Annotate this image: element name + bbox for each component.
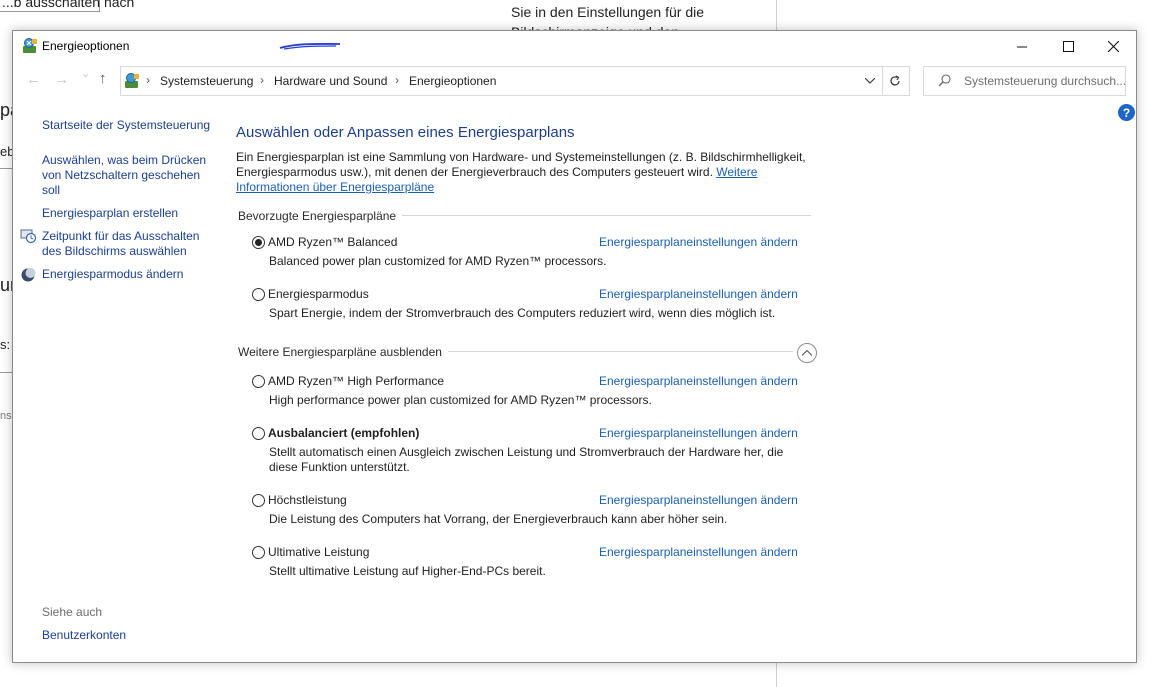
pen-scribble bbox=[279, 43, 341, 50]
plan-settings-link-ultimative-leistung[interactable]: Energiesparplaneinstellungen ändern bbox=[599, 545, 798, 559]
breadcrumb-systemsteuerung[interactable]: Systemsteuerung bbox=[160, 74, 253, 88]
breadcrumb-separator: › bbox=[146, 73, 150, 87]
plan-name-energiesparmodus[interactable]: Energiesparmodus bbox=[268, 287, 369, 301]
plan-desc-energiesparmodus: Spart Energie, indem der Stromverbrauch … bbox=[269, 306, 776, 320]
window-title: Energieoptionen bbox=[42, 39, 130, 53]
breadcrumb-separator[interactable]: › bbox=[395, 73, 399, 87]
minimize-icon bbox=[1016, 46, 1027, 47]
background-divider-2 bbox=[0, 372, 12, 373]
sidebar-item-sleep-mode[interactable]: Energiesparmodus ändern bbox=[42, 267, 183, 282]
back-button[interactable]: ← bbox=[26, 71, 41, 88]
search-placeholder: Systemsteuerung durchsuch... bbox=[964, 74, 1127, 88]
plan-radio-hoechstleistung[interactable] bbox=[252, 494, 265, 507]
hide-more-plans-title[interactable]: Weitere Energiesparpläne ausblenden bbox=[238, 345, 448, 359]
plan-name-ausbalanciert[interactable]: Ausbalanciert (empfohlen) bbox=[268, 426, 419, 440]
close-button[interactable] bbox=[1090, 31, 1136, 61]
sidebar-item-user-accounts[interactable]: Benutzerkonten bbox=[42, 628, 126, 643]
sidebar-item-power-buttons[interactable]: Auswählen, was beim Drücken von Netzscha… bbox=[42, 153, 212, 198]
control-panel-small-icon bbox=[125, 73, 139, 88]
background-text-2: Sie in den Einstellungen für die bbox=[511, 4, 705, 20]
search-box[interactable]: Systemsteuerung durchsuch... bbox=[923, 66, 1126, 96]
plan-name-hoechstleistung[interactable]: Höchstleistung bbox=[268, 493, 347, 507]
plan-desc-amd-high-performance: High performance power plan customized f… bbox=[269, 393, 652, 407]
refresh-icon bbox=[890, 75, 900, 86]
close-icon bbox=[1107, 40, 1119, 52]
address-bar[interactable]: › Systemsteuerung › Hardware und Sound ›… bbox=[120, 66, 883, 96]
energieoptionen-window: Energieoptionen ← → ⌄ ↑ › Systemsteuerun… bbox=[12, 30, 1137, 663]
background-text-8: ns bbox=[0, 410, 12, 422]
plan-settings-link-amd-balanced[interactable]: Energiesparplaneinstellungen ändern bbox=[599, 235, 798, 249]
plan-settings-link-amd-high-performance[interactable]: Energiesparplaneinstellungen ändern bbox=[599, 374, 798, 388]
chevron-down-icon bbox=[865, 78, 875, 84]
plan-settings-link-hoechstleistung[interactable]: Energiesparplaneinstellungen ändern bbox=[599, 493, 798, 507]
background-text-1: ...b ausschalten nach bbox=[2, 0, 135, 10]
control-panel-icon bbox=[23, 38, 37, 53]
background-divider bbox=[0, 168, 12, 169]
chevron-up-icon bbox=[802, 350, 812, 356]
help-icon[interactable]: ? bbox=[1118, 104, 1135, 121]
plan-desc-hoechstleistung: Die Leistung des Computers hat Vorrang, … bbox=[269, 512, 728, 526]
plan-radio-ultimative-leistung[interactable] bbox=[252, 546, 265, 559]
plan-name-amd-high-performance[interactable]: AMD Ryzen™ High Performance bbox=[268, 374, 444, 388]
plan-desc-amd-balanced: Balanced power plan customized for AMD R… bbox=[269, 254, 607, 268]
preferred-plans-title: Bevorzugte Energiesparpläne bbox=[238, 209, 403, 223]
recent-locations-button[interactable]: ⌄ bbox=[81, 67, 90, 80]
plan-radio-amd-balanced[interactable] bbox=[252, 236, 265, 249]
sidebar-home-link[interactable]: Startseite der Systemsteuerung bbox=[42, 118, 210, 133]
sidebar-item-display-off[interactable]: Zeitpunkt für das Ausschalten des Bildsc… bbox=[42, 229, 212, 259]
plan-name-ultimative-leistung[interactable]: Ultimative Leistung bbox=[268, 545, 369, 559]
breadcrumb-energieoptionen[interactable]: Energieoptionen bbox=[409, 74, 496, 88]
title-bar[interactable]: Energieoptionen bbox=[13, 31, 1136, 61]
plan-desc-ausbalanciert: Stellt automatisch einen Ausgleich zwisc… bbox=[269, 445, 784, 474]
minimize-button[interactable] bbox=[999, 31, 1045, 61]
forward-button[interactable]: → bbox=[54, 71, 69, 88]
plan-settings-link-energiesparmodus[interactable]: Energiesparplaneinstellungen ändern bbox=[599, 287, 798, 301]
page-title: Auswählen oder Anpassen eines Energiespa… bbox=[236, 124, 575, 141]
plan-radio-energiesparmodus[interactable] bbox=[252, 288, 265, 301]
up-button[interactable]: ↑ bbox=[99, 70, 107, 87]
refresh-button[interactable] bbox=[881, 66, 910, 96]
maximize-button[interactable] bbox=[1045, 31, 1091, 61]
breadcrumb-separator[interactable]: › bbox=[260, 73, 264, 87]
plan-settings-link-ausbalanciert[interactable]: Energiesparplaneinstellungen ändern bbox=[599, 426, 798, 440]
collapse-button[interactable] bbox=[797, 343, 817, 363]
intro-text: Ein Energiesparplan ist eine Sammlung vo… bbox=[236, 150, 806, 195]
search-icon bbox=[938, 74, 951, 87]
sidebar-item-create-plan[interactable]: Energiesparplan erstellen bbox=[42, 206, 178, 221]
plan-radio-ausbalanciert[interactable] bbox=[252, 427, 265, 440]
maximize-icon bbox=[1062, 40, 1074, 52]
display-clock-icon bbox=[20, 229, 36, 244]
address-dropdown-button[interactable] bbox=[858, 67, 882, 95]
plan-name-amd-balanced[interactable]: AMD Ryzen™ Balanced bbox=[268, 235, 397, 249]
breadcrumb-hardware-und-sound[interactable]: Hardware und Sound bbox=[274, 74, 387, 88]
plan-radio-amd-high-performance[interactable] bbox=[252, 375, 265, 388]
plan-desc-ultimative-leistung: Stellt ultimative Leistung auf Higher-En… bbox=[269, 564, 546, 578]
moon-icon bbox=[21, 268, 36, 282]
see-also-label: Siehe auch bbox=[42, 605, 103, 619]
